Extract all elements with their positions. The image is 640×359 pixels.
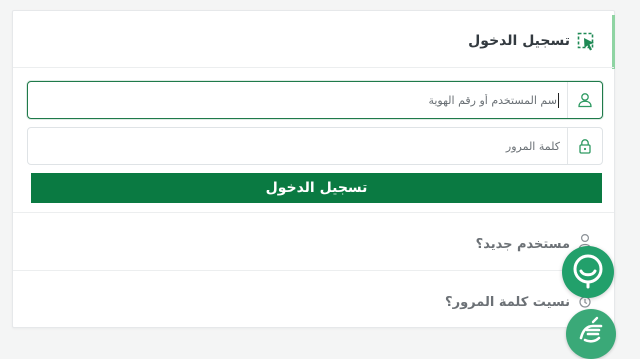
new-user-link[interactable]: مستخدم جديد؟ — [13, 215, 614, 271]
login-header: تسجيل الدخول — [13, 11, 614, 68]
username-input[interactable] — [34, 82, 560, 118]
password-input[interactable] — [34, 128, 560, 164]
username-field[interactable] — [27, 81, 603, 119]
text-caret — [558, 93, 559, 108]
login-card: تسجيل الدخول تسجيل الدخول — [12, 10, 615, 328]
forgot-password-link[interactable]: نسيت كلمة المرور؟ — [13, 273, 614, 329]
forgot-password-label: نسيت كلمة المرور؟ — [445, 295, 570, 310]
cursor-click-icon — [577, 32, 597, 52]
user-icon — [567, 82, 602, 118]
login-submit-button[interactable]: تسجيل الدخول — [31, 173, 602, 203]
password-field[interactable] — [27, 127, 603, 165]
accessibility-button[interactable] — [566, 309, 616, 359]
page-title: تسجيل الدخول — [468, 33, 570, 49]
chat-support-button[interactable] — [562, 246, 614, 298]
new-user-label: مستخدم جديد؟ — [475, 237, 570, 252]
divider — [13, 270, 614, 271]
chat-support-icon — [568, 250, 608, 294]
lock-icon — [567, 128, 602, 164]
sign-language-icon — [573, 314, 609, 354]
divider — [13, 212, 614, 213]
